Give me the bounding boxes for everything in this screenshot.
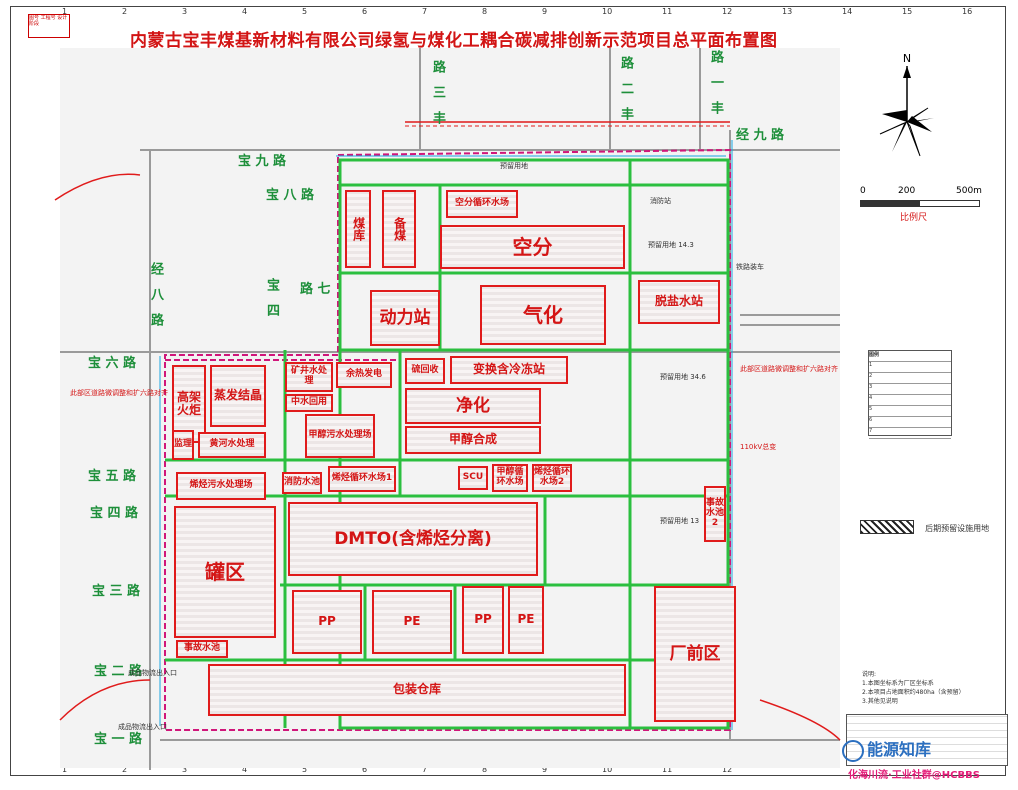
block-pe-2: PE [508,586,544,654]
block-sulfur-recovery: 硫回收 [405,358,445,384]
block-asu-cooling-water: 空分循环水场 [446,190,518,218]
road-label-feng-yi: 路 一 丰 [708,50,723,119]
block-fire-station: 消防水池 [282,472,322,494]
label-reserved-c: 预留用地 34.6 [660,373,706,381]
road-label-bao-si-v: 宝 四 [264,278,279,321]
road-label-bao-san: 宝 三 路 [92,584,141,599]
label-reserved-b: 预留用地 14.3 [648,241,694,249]
watermark-text: 能源知库 [867,740,932,759]
road-label-bao-liu: 宝 六 路 [88,356,137,371]
scale-mid: 200 [898,186,916,196]
block-methanol-wastewater: 甲醇污水处理场 [305,414,375,458]
label-reserved-a: 预留用地 [500,162,528,170]
block-coal-prep: 备煤 [382,190,416,268]
scale-bar: 0 200 500m 比例尺 [860,186,982,223]
block-evaporation: 蒸发结晶 [210,365,266,427]
legend-title: 图例 [869,351,951,362]
block-desalination: 脱盐水站 [638,280,720,324]
scale-end: 500m [956,186,982,196]
block-gasification: 气化 [480,285,606,345]
hatch-legend-label: 后期预留设施用地 [925,524,990,533]
block-packaging-warehouse: 包装仓库 [208,664,626,716]
label-road-adjust-right: 此部区道路微调整和扩六路对齐 [740,365,838,373]
block-dmto: DMTO(含烯烃分离) [288,502,538,576]
block-yellow-river-water: 黄河水处理 [198,432,266,458]
block-mine-water: 矿井水处理 [285,362,333,392]
block-air-separation: 空分 [440,225,625,269]
notes-line-1: 1.本图坐标系为厂区坐标系 [862,680,934,687]
compass-rose-icon: N [879,52,934,157]
block-methanol-synthesis: 甲醇合成 [405,426,541,454]
legend-row-7: 7 [869,428,951,439]
label-rail-loading: 铁路装车 [736,263,764,271]
north-letter: N [903,52,911,65]
wechat-icon [842,739,864,762]
road-label-bao-wu: 宝 五 路 [88,469,137,484]
credit-text: 化海川流·工业社群@HCBBS [848,770,980,781]
north-arrow: N [872,52,942,176]
block-tank-farm: 罐区 [174,506,276,638]
legend-row-5: 5 [869,406,951,417]
block-accident-pool: 事故水池 [176,640,228,658]
notes-head: 说明: [862,671,877,678]
block-power-station: 动力站 [370,290,440,346]
block-supervision: 监理 [172,430,194,460]
label-logistics-gate-2: 成品物流出入口 [118,723,167,731]
block-olefin-wastewater: 烯烃污水处理场 [176,472,266,500]
road-label-bao-ba: 宝 八 路 [266,188,315,203]
road-label-feng-san: 路 三 丰 [430,60,445,129]
scale-label: 比例尺 [900,213,928,223]
block-coal-storage: 煤库 [345,190,371,268]
legend-row-6: 6 [869,417,951,428]
road-label-feng-er: 路 二 丰 [618,56,633,125]
block-pp-1: PP [292,590,362,654]
block-fire-water: 事故水池2 [704,486,726,542]
watermark: 能源知库 [842,736,931,762]
road-label-bao-si: 宝 四 路 [90,506,139,521]
block-waste-heat-power: 余热发电 [336,362,392,388]
road-label-jing-jiu: 经 九 路 [736,128,785,143]
hatch-legend: 后期预留设施用地 [860,516,989,535]
block-methanol-cooling: 甲醇循环水场 [492,464,528,492]
block-purification: 净化 [405,388,541,424]
block-reclaimed-water: 中水回用 [285,394,333,412]
block-pp-2: PP [462,586,504,654]
label-logistics-gate-1: 成品物流出入口 [128,669,177,677]
block-olefin-cooling-1: 烯烃循环水场1 [328,466,396,492]
label-substation: 110kV总变 [740,443,777,451]
notes-line-3: 3.其他见说明 [862,698,898,705]
block-scu: SCU [458,466,488,490]
legend-row-3: 3 [869,384,951,395]
legend-row-2: 2 [869,373,951,384]
notes-line-2: 2.本项目占地面积约480ha（含预留） [862,689,965,696]
scale-zero: 0 [860,186,866,196]
scale-graphic [860,200,980,207]
legend-row-4: 4 [869,395,951,406]
block-shift-refrigeration: 变换含冷冻站 [450,356,568,384]
block-pe-1: PE [372,590,452,654]
label-road-adjust-left: 此部区道路微调整和扩六路对齐 [70,389,168,397]
road-label-jing-ba: 经 八 路 [148,262,163,331]
legend-row-1: 1 [869,362,951,373]
block-front-area: 厂前区 [654,586,736,722]
road-label-bao-qi: 路 七 [300,282,331,297]
road-label-bao-jiu: 宝 九 路 [238,154,287,169]
label-fire-station: 消防站 [650,197,671,205]
block-olefin-cooling-2: 烯烃循环水场2 [532,464,572,492]
hatch-swatch [860,519,914,534]
legend-table: 图例 1 2 3 4 5 6 7 [868,350,952,439]
notes: 说明: 1.本图坐标系为厂区坐标系 2.本项目占地面积约480ha（含预留） 3… [862,670,1002,706]
label-reserved-d: 预留用地 13 [660,517,700,525]
